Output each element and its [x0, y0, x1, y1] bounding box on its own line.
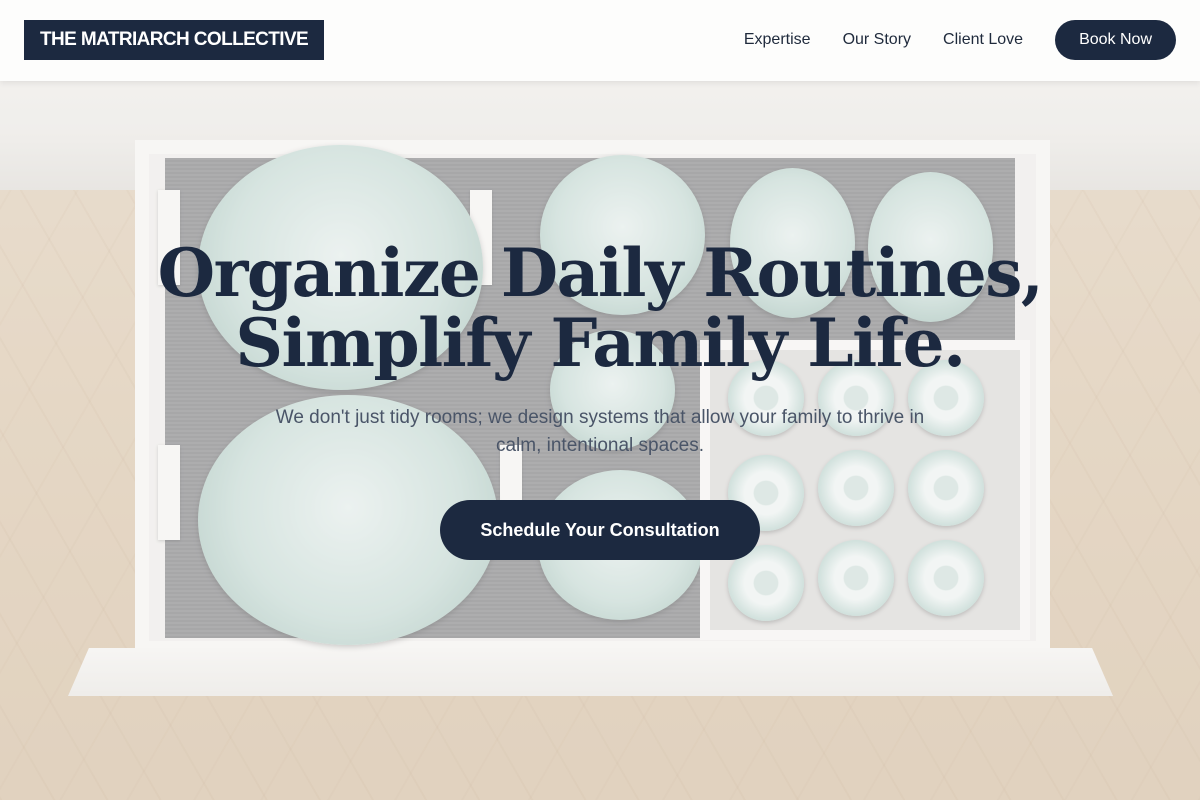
schedule-consultation-button[interactable]: Schedule Your Consultation [440, 500, 760, 560]
hero-title-line-1: Organize Daily Routines, [157, 234, 1044, 312]
hero-section: Organize Daily Routines, Simplify Family… [0, 238, 1200, 560]
book-now-button[interactable]: Book Now [1055, 20, 1176, 60]
nav-link-client-love[interactable]: Client Love [943, 31, 1023, 49]
hero-title: Organize Daily Routines, Simplify Family… [0, 238, 1200, 378]
main-nav: Expertise Our Story Client Love Book Now [744, 20, 1176, 60]
nav-link-our-story[interactable]: Our Story [843, 31, 911, 49]
site-logo[interactable]: THE MATRIARCH COLLECTIVE [24, 20, 325, 60]
hero-subtitle: We don't just tidy rooms; we design syst… [275, 407, 925, 456]
nav-link-expertise[interactable]: Expertise [744, 31, 811, 49]
site-header: THE MATRIARCH COLLECTIVE Expertise Our S… [0, 0, 1200, 81]
hero-title-line-2: Simplify Family Life. [235, 304, 966, 382]
